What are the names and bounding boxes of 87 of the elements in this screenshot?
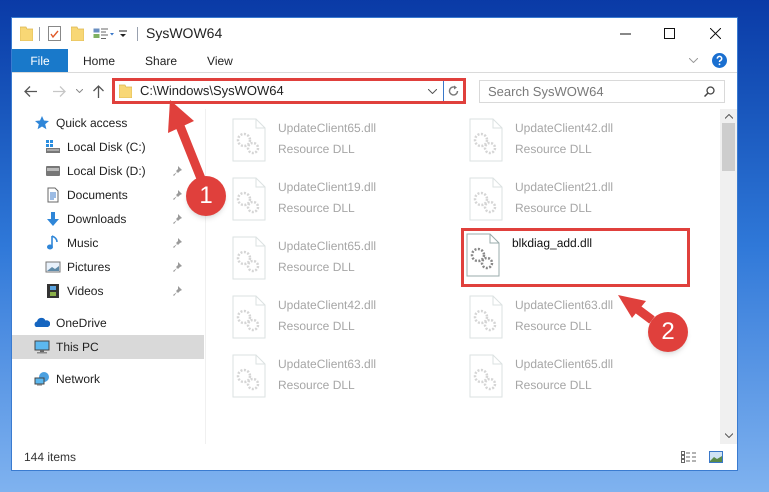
system-drive-icon bbox=[45, 139, 61, 155]
documents-icon bbox=[45, 187, 61, 203]
nav-item[interactable]: Network bbox=[12, 367, 104, 391]
address-path: C:\Windows\SysWOW64 bbox=[140, 82, 285, 100]
dll-file-icon bbox=[232, 295, 266, 339]
help-icon[interactable] bbox=[712, 53, 727, 68]
file-name: UpdateClient63.dll bbox=[278, 356, 376, 373]
close-icon[interactable] bbox=[710, 28, 721, 39]
customize-caret-icon[interactable] bbox=[119, 30, 127, 38]
file-name: blkdiag_add.dll bbox=[512, 235, 592, 252]
back-icon[interactable] bbox=[24, 86, 37, 96]
nav-item[interactable]: Videos bbox=[12, 279, 186, 303]
dll-file-icon bbox=[469, 295, 503, 339]
ribbon-tab[interactable]: Home bbox=[68, 49, 130, 72]
pc-icon bbox=[34, 339, 50, 355]
file-name: UpdateClient42.dll bbox=[515, 120, 614, 137]
file-name: UpdateClient19.dll bbox=[278, 179, 376, 196]
dll-file-icon bbox=[469, 177, 503, 221]
scroll-up-icon[interactable] bbox=[724, 114, 732, 119]
pin-icon[interactable] bbox=[173, 190, 182, 200]
pictures-icon bbox=[45, 259, 61, 275]
file-name: UpdateClient63.dll bbox=[515, 297, 614, 314]
nav-item[interactable]: Documents bbox=[12, 183, 186, 207]
network-icon bbox=[34, 371, 50, 387]
address-bar[interactable]: C:\Windows\SysWOW64 bbox=[112, 78, 466, 104]
file-name: UpdateClient65.dll bbox=[515, 356, 614, 373]
file-type: Resource DLL bbox=[278, 377, 356, 394]
dropdown-caret-icon[interactable] bbox=[428, 88, 437, 94]
properties-icon[interactable] bbox=[48, 26, 61, 41]
ribbon-tab[interactable]: Share bbox=[130, 49, 192, 72]
file-type: Resource DLL bbox=[278, 318, 356, 335]
view-icon[interactable] bbox=[93, 28, 115, 40]
file-type: Resource DLL bbox=[278, 141, 356, 158]
folder-icon bbox=[119, 84, 132, 98]
nav-item[interactable]: OneDrive bbox=[12, 311, 111, 335]
dll-file-icon bbox=[232, 177, 266, 221]
file-name: UpdateClient65.dll bbox=[278, 120, 376, 137]
large-icons-view-icon[interactable] bbox=[709, 451, 723, 463]
maximize-icon[interactable] bbox=[664, 28, 675, 39]
search-field[interactable]: Search SysWOW64 bbox=[479, 80, 725, 102]
ribbon-tab[interactable]: View bbox=[192, 49, 248, 72]
details-view-icon[interactable] bbox=[681, 451, 697, 463]
item-count: 144 items bbox=[24, 449, 76, 466]
pin-icon[interactable] bbox=[173, 262, 182, 272]
file-name: UpdateClient65.dll bbox=[278, 238, 376, 255]
dll-file-icon bbox=[232, 354, 266, 398]
file-tab[interactable]: File bbox=[12, 49, 68, 72]
ribbon-expand-icon[interactable] bbox=[689, 58, 698, 63]
scroll-down-icon[interactable] bbox=[724, 433, 732, 438]
file-name: UpdateClient21.dll bbox=[515, 179, 614, 196]
file-item[interactable]: blkdiag_add.dll bbox=[461, 228, 690, 287]
arrow bbox=[618, 295, 655, 324]
nav-item[interactable]: Music bbox=[12, 231, 186, 255]
nav-item[interactable]: Quick access bbox=[12, 111, 132, 135]
minimize-icon[interactable] bbox=[620, 32, 631, 34]
file-type: Resource DLL bbox=[278, 259, 356, 276]
pin-icon[interactable] bbox=[173, 238, 182, 248]
scrollbar[interactable] bbox=[720, 109, 737, 444]
nav-item[interactable]: This PC bbox=[12, 335, 204, 359]
file-name: UpdateClient42.dll bbox=[278, 297, 376, 314]
file-type: Resource DLL bbox=[515, 141, 593, 158]
dll-file-icon bbox=[469, 118, 503, 162]
scroll-thumb[interactable] bbox=[722, 123, 735, 171]
nav-item[interactable]: Downloads bbox=[12, 207, 186, 231]
drive-icon bbox=[45, 163, 61, 179]
up-icon[interactable] bbox=[93, 84, 104, 98]
recent-caret-icon[interactable] bbox=[76, 89, 83, 93]
file-type: Resource DLL bbox=[278, 200, 356, 217]
dll-file-icon bbox=[469, 354, 503, 398]
refresh-icon[interactable] bbox=[448, 85, 459, 97]
pin-icon[interactable] bbox=[173, 214, 182, 224]
dll-file-icon bbox=[232, 236, 266, 280]
star-icon bbox=[34, 115, 50, 131]
pin-icon[interactable] bbox=[173, 166, 182, 176]
videos-icon bbox=[45, 283, 61, 299]
nav-item[interactable]: Pictures bbox=[12, 255, 186, 279]
search-icon[interactable] bbox=[704, 86, 715, 96]
nav-item[interactable]: Local Disk (D:) bbox=[12, 159, 186, 183]
nav-item[interactable]: Local Disk (C:) bbox=[12, 135, 150, 159]
pin-icon[interactable] bbox=[173, 286, 182, 296]
file-type: Resource DLL bbox=[515, 200, 593, 217]
window-title: SysWOW64 bbox=[146, 24, 222, 43]
file-type: Resource DLL bbox=[515, 318, 593, 335]
dll-file-icon bbox=[232, 118, 266, 162]
dll-file-icon bbox=[466, 233, 500, 277]
downloads-icon bbox=[45, 211, 61, 227]
file-type: Resource DLL bbox=[515, 377, 593, 394]
